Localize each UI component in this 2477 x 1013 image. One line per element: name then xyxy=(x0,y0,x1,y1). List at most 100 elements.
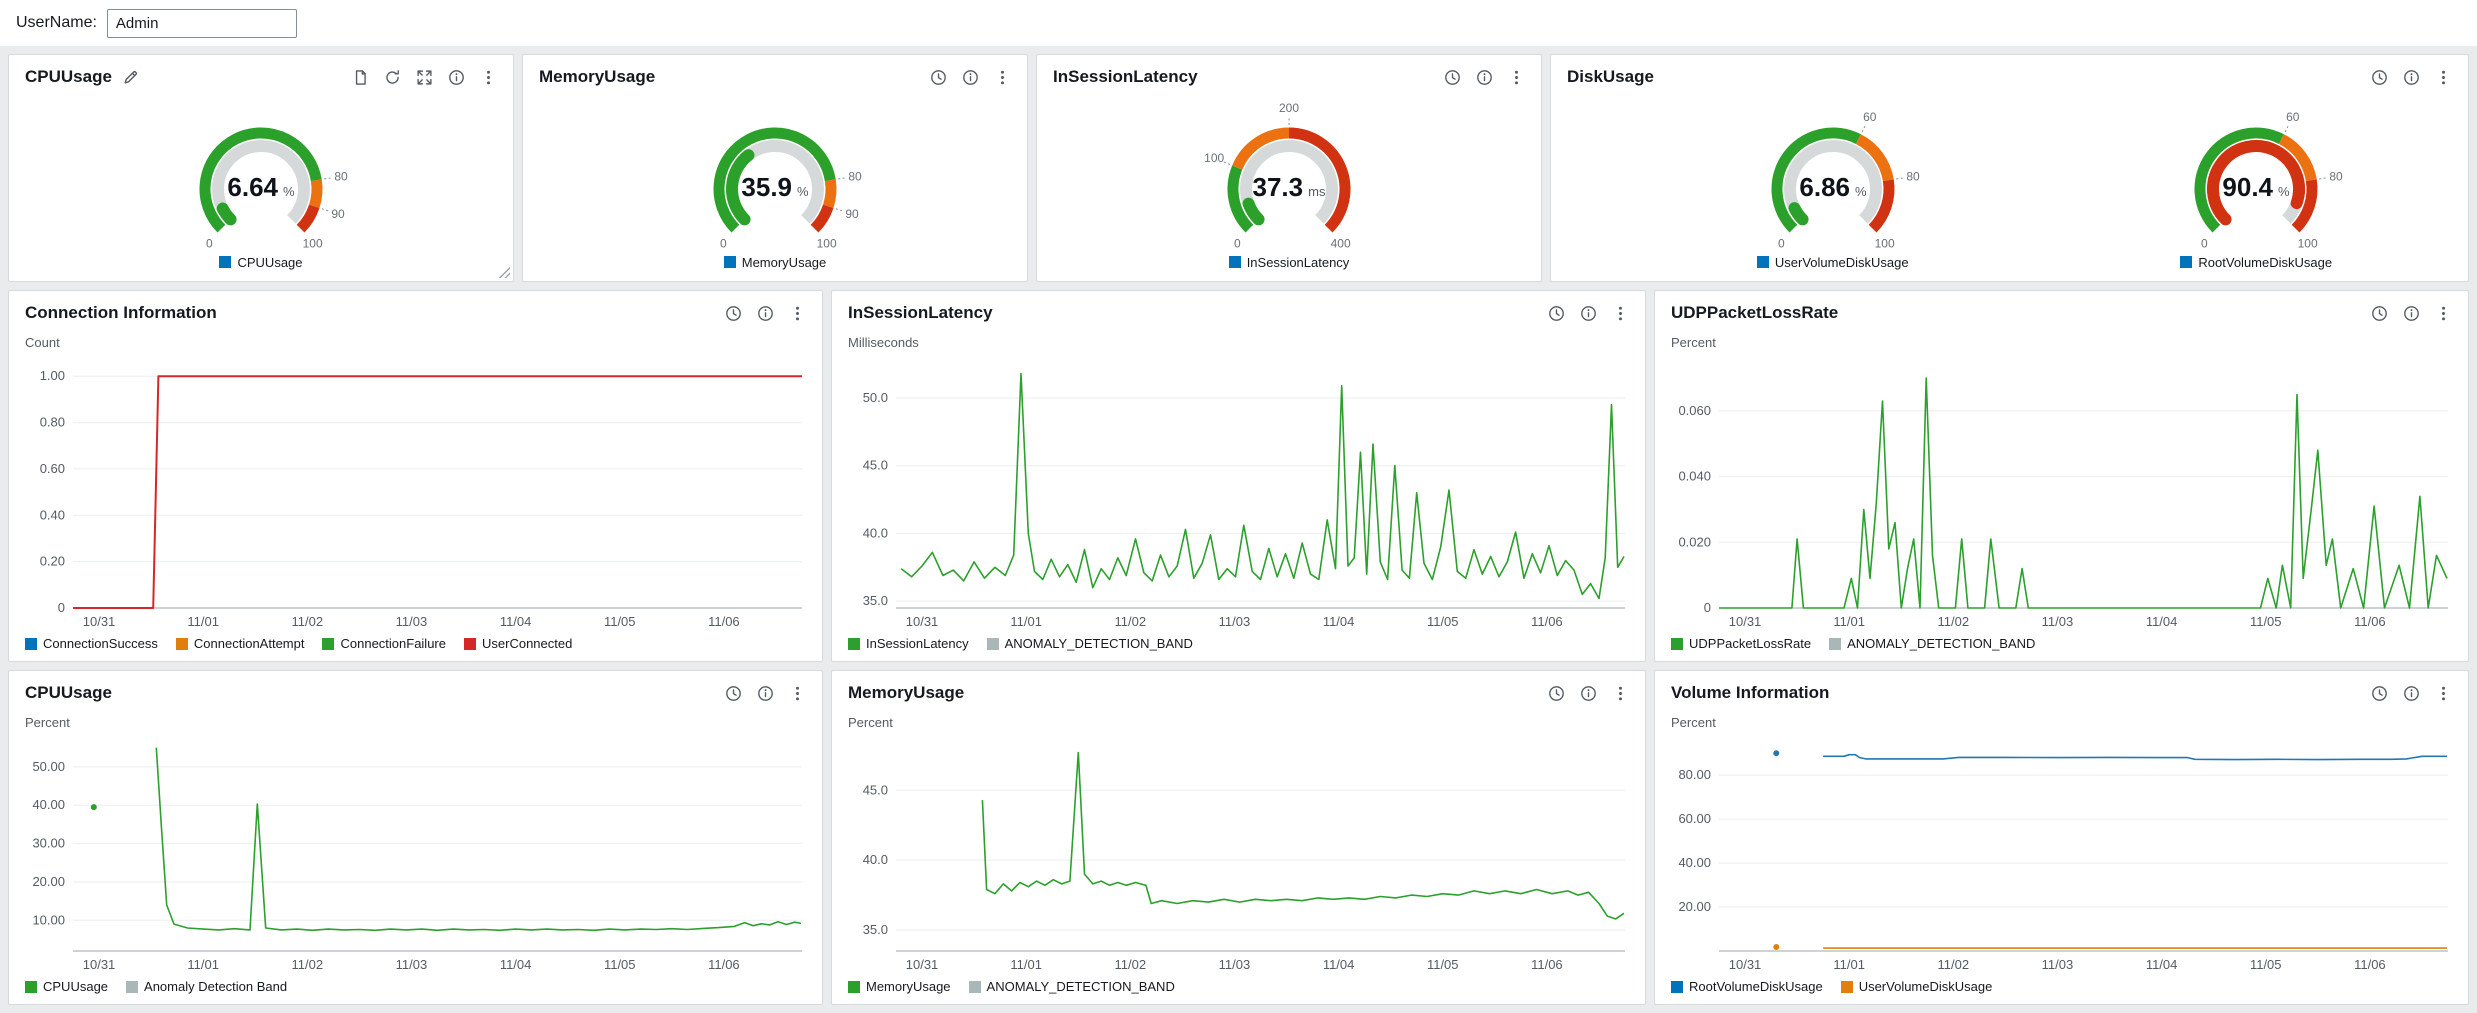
svg-text:6.64%: 6.64% xyxy=(227,172,295,202)
chart-legend: CPUUsage Anomaly Detection Band xyxy=(9,977,822,1004)
svg-text:80: 80 xyxy=(848,169,862,183)
rootvolume-gauge-block: 6080010090.4% RootVolumeDiskUsage xyxy=(2045,93,2469,278)
menu-dots-icon[interactable] xyxy=(1612,305,1629,322)
menu-dots-icon[interactable] xyxy=(2435,685,2452,702)
memoryusage-line-chart[interactable]: 35.040.045.010/3111/0111/0211/0311/0411/… xyxy=(840,732,1637,977)
legend-item[interactable]: ConnectionFailure xyxy=(322,636,446,651)
menu-dots-icon[interactable] xyxy=(994,69,1011,86)
svg-text:10/31: 10/31 xyxy=(906,614,939,629)
legend-item[interactable]: InSessionLatency xyxy=(848,636,969,651)
legend-label: InSessionLatency xyxy=(1247,255,1350,270)
rootvolume-gauge-chart: 6080010090.4% xyxy=(2106,93,2406,255)
refresh-icon[interactable] xyxy=(384,69,401,86)
info-icon[interactable] xyxy=(448,69,465,86)
insessionlatency-line-chart[interactable]: 35.040.045.050.010/3111/0111/0211/0311/0… xyxy=(840,352,1637,634)
insessionlatency-gauge-chart: 100200040037.3ms xyxy=(1139,93,1439,255)
svg-text:200: 200 xyxy=(1279,101,1299,115)
info-icon[interactable] xyxy=(1580,305,1597,322)
legend-item[interactable]: UserConnected xyxy=(464,636,572,651)
info-icon[interactable] xyxy=(2403,305,2420,322)
widget-toolbar xyxy=(2371,305,2452,322)
info-icon[interactable] xyxy=(1580,685,1597,702)
legend-item[interactable]: UserVolumeDiskUsage xyxy=(1757,255,1909,270)
legend-item[interactable]: ANOMALY_DETECTION_BAND xyxy=(969,979,1175,994)
legend-label: UserVolumeDiskUsage xyxy=(1859,979,1993,994)
svg-text:11/01: 11/01 xyxy=(1010,614,1042,629)
expand-icon[interactable] xyxy=(416,69,433,86)
clock-icon[interactable] xyxy=(1548,305,1565,322)
edit-pencil-icon[interactable] xyxy=(122,69,139,86)
info-icon[interactable] xyxy=(1476,69,1493,86)
udppacketlossrate-chart[interactable]: 00.0200.0400.06010/3111/0111/0211/0311/0… xyxy=(1663,352,2460,634)
widget-toolbar xyxy=(2371,69,2452,86)
menu-dots-icon[interactable] xyxy=(480,69,497,86)
info-icon[interactable] xyxy=(757,685,774,702)
legend-label: ConnectionSuccess xyxy=(43,636,158,651)
chart-legend: ConnectionSuccess ConnectionAttempt Connec… xyxy=(9,634,822,661)
legend-item[interactable]: ConnectionAttempt xyxy=(176,636,305,651)
info-icon[interactable] xyxy=(962,69,979,86)
y-axis-unit-label: Percent xyxy=(832,705,1645,730)
volume-information-chart[interactable]: 20.0040.0060.0080.0010/3111/0111/0211/03… xyxy=(1663,732,2460,977)
widget-title: Volume Information xyxy=(1671,683,1829,703)
svg-text:100: 100 xyxy=(817,236,837,250)
legend-item[interactable]: RootVolumeDiskUsage xyxy=(2180,255,2332,270)
menu-dots-icon[interactable] xyxy=(2435,69,2452,86)
widget-title: UDPPacketLossRate xyxy=(1671,303,1838,323)
legend-swatch xyxy=(25,638,37,650)
legend-item[interactable]: MemoryUsage xyxy=(848,979,951,994)
cpuusage-line-chart[interactable]: 10.0020.0030.0040.0050.0010/3111/0111/02… xyxy=(17,732,814,977)
legend-swatch xyxy=(126,981,138,993)
legend-swatch xyxy=(219,256,231,268)
username-input[interactable] xyxy=(107,9,297,38)
legend-item[interactable]: ConnectionSuccess xyxy=(25,636,158,651)
svg-text:100: 100 xyxy=(1874,236,1894,250)
info-icon[interactable] xyxy=(2403,685,2420,702)
svg-text:11/06: 11/06 xyxy=(2354,957,2386,972)
menu-dots-icon[interactable] xyxy=(1508,69,1525,86)
svg-text:10/31: 10/31 xyxy=(906,957,939,972)
menu-dots-icon[interactable] xyxy=(789,305,806,322)
copy-icon[interactable] xyxy=(352,69,369,86)
legend-item[interactable]: ANOMALY_DETECTION_BAND xyxy=(1829,636,2035,651)
legend-item[interactable]: CPUUsage xyxy=(219,255,302,270)
gauge-body: 809001006.64% CPUUsage xyxy=(9,89,513,281)
legend-item[interactable]: UserVolumeDiskUsage xyxy=(1841,979,1993,994)
clock-icon[interactable] xyxy=(1548,685,1565,702)
legend-label: ConnectionAttempt xyxy=(194,636,305,651)
widget-title: MemoryUsage xyxy=(539,67,655,87)
widget-toolbar xyxy=(725,305,806,322)
svg-text:0.80: 0.80 xyxy=(40,415,65,430)
clock-icon[interactable] xyxy=(1444,69,1461,86)
legend-item[interactable]: CPUUsage xyxy=(25,979,108,994)
legend-swatch xyxy=(1229,256,1241,268)
clock-icon[interactable] xyxy=(725,685,742,702)
clock-icon[interactable] xyxy=(725,305,742,322)
menu-dots-icon[interactable] xyxy=(1612,685,1629,702)
svg-text:11/01: 11/01 xyxy=(1833,957,1865,972)
widget-header: InSessionLatency xyxy=(1037,55,1541,89)
legend-item[interactable]: MemoryUsage xyxy=(724,255,827,270)
info-icon[interactable] xyxy=(757,305,774,322)
legend-item[interactable]: Anomaly Detection Band xyxy=(126,979,287,994)
y-axis-unit-label: Milliseconds xyxy=(832,325,1645,350)
svg-text:0.20: 0.20 xyxy=(40,554,65,569)
svg-text:11/01: 11/01 xyxy=(1833,614,1865,629)
info-icon[interactable] xyxy=(2403,69,2420,86)
clock-icon[interactable] xyxy=(2371,685,2388,702)
clock-icon[interactable] xyxy=(2371,69,2388,86)
svg-text:11/01: 11/01 xyxy=(187,614,219,629)
widget-header: Volume Information xyxy=(1655,671,2468,705)
memoryusage-gauge-chart: 8090010035.9% xyxy=(625,93,925,255)
legend-item[interactable]: RootVolumeDiskUsage xyxy=(1671,979,1823,994)
svg-text:11/01: 11/01 xyxy=(1010,957,1042,972)
clock-icon[interactable] xyxy=(2371,305,2388,322)
legend-item[interactable]: ANOMALY_DETECTION_BAND xyxy=(987,636,1193,651)
legend-item[interactable]: InSessionLatency xyxy=(1229,255,1350,270)
menu-dots-icon[interactable] xyxy=(789,685,806,702)
menu-dots-icon[interactable] xyxy=(2435,305,2452,322)
clock-icon[interactable] xyxy=(930,69,947,86)
legend-item[interactable]: UDPPacketLossRate xyxy=(1671,636,1811,651)
widget-udppacketlossrate: UDPPacketLossRate Percent 00.0200.0400.0… xyxy=(1654,290,2469,662)
connection-information-chart[interactable]: 00.200.400.600.801.0010/3111/0111/0211/0… xyxy=(17,352,814,634)
